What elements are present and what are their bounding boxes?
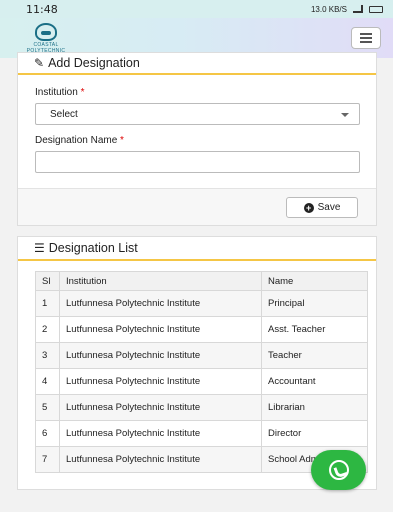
cell-institution: Lutfunnesa Polytechnic Institute [59, 446, 262, 473]
cell-institution: Lutfunnesa Polytechnic Institute [59, 342, 262, 369]
cell-name: Director [261, 420, 368, 447]
app-logo[interactable]: COASTAL POLYTECHNIC [20, 20, 72, 56]
required-mark: * [120, 135, 124, 146]
signal-icon [353, 5, 363, 13]
cell-sl: 3 [35, 342, 60, 369]
whatsapp-icon [328, 460, 349, 480]
add-designation-header: ✎ Add Designation [18, 53, 376, 75]
cell-sl: 5 [35, 394, 60, 421]
institution-select[interactable]: Select [35, 103, 360, 125]
table-row[interactable]: 1 Lutfunnesa Polytechnic Institute Princ… [35, 290, 368, 317]
column-header-name[interactable]: Name [261, 271, 368, 291]
status-time: 11:48 [26, 2, 58, 16]
add-designation-title: Add Designation [48, 56, 140, 70]
status-bar: 11:48 13.0 KB/S [0, 0, 393, 18]
plus-circle-icon: + [303, 202, 314, 213]
battery-icon [369, 5, 383, 13]
chevron-down-icon [341, 113, 349, 117]
designation-list-title: Designation List [48, 241, 138, 255]
table-row[interactable]: 4 Lutfunnesa Polytechnic Institute Accou… [35, 368, 368, 395]
institution-label: Institution * [35, 87, 85, 98]
cell-name: Teacher [261, 342, 368, 369]
column-header-sl[interactable]: Sl [35, 271, 60, 291]
institution-select-value: Select [50, 109, 78, 120]
table-row[interactable]: 6 Lutfunnesa Polytechnic Institute Direc… [35, 420, 368, 447]
cell-institution: Lutfunnesa Polytechnic Institute [59, 316, 262, 343]
cell-name: Librarian [261, 394, 368, 421]
cell-sl: 4 [35, 368, 60, 395]
save-button[interactable]: + Save [286, 197, 358, 218]
cell-name: Asst. Teacher [261, 316, 368, 343]
table-row[interactable]: 3 Lutfunnesa Polytechnic Institute Teach… [35, 342, 368, 369]
network-speed: 13.0 KB/S [310, 4, 347, 14]
menu-button[interactable] [351, 27, 381, 49]
cell-sl: 6 [35, 420, 60, 447]
cell-institution: Lutfunnesa Polytechnic Institute [59, 420, 262, 447]
whatsapp-button[interactable] [311, 450, 366, 490]
designation-name-input[interactable] [35, 151, 360, 173]
table-row[interactable]: 5 Lutfunnesa Polytechnic Institute Libra… [35, 394, 368, 421]
edit-icon: ✎ [34, 56, 45, 70]
form-footer: + Save [18, 188, 376, 225]
cell-institution: Lutfunnesa Polytechnic Institute [59, 290, 262, 317]
table-header-row: Sl Institution Name [35, 271, 368, 291]
cell-institution: Lutfunnesa Polytechnic Institute [59, 394, 262, 421]
save-button-label: Save [317, 202, 341, 213]
add-designation-card: ✎ Add Designation Institution * Select D… [17, 52, 377, 226]
cell-sl: 7 [35, 446, 60, 473]
cell-sl: 1 [35, 290, 60, 317]
designation-table: Sl Institution Name 1 Lutfunnesa Polytec… [35, 271, 368, 473]
cell-name: Principal [261, 290, 368, 317]
logo-mark-icon [35, 22, 57, 41]
designation-list-header: ☰ Designation List [18, 237, 376, 261]
list-icon: ☰ [34, 241, 45, 255]
cell-name: Accountant [261, 368, 368, 395]
cell-sl: 2 [35, 316, 60, 343]
column-header-institution[interactable]: Institution [59, 271, 262, 291]
hamburger-icon [360, 33, 372, 35]
status-icons: 13.0 KB/S [311, 5, 383, 14]
cell-institution: Lutfunnesa Polytechnic Institute [59, 368, 262, 395]
table-row[interactable]: 2 Lutfunnesa Polytechnic Institute Asst.… [35, 316, 368, 343]
required-mark: * [80, 87, 85, 98]
designation-name-label: Designation Name * [35, 135, 124, 146]
